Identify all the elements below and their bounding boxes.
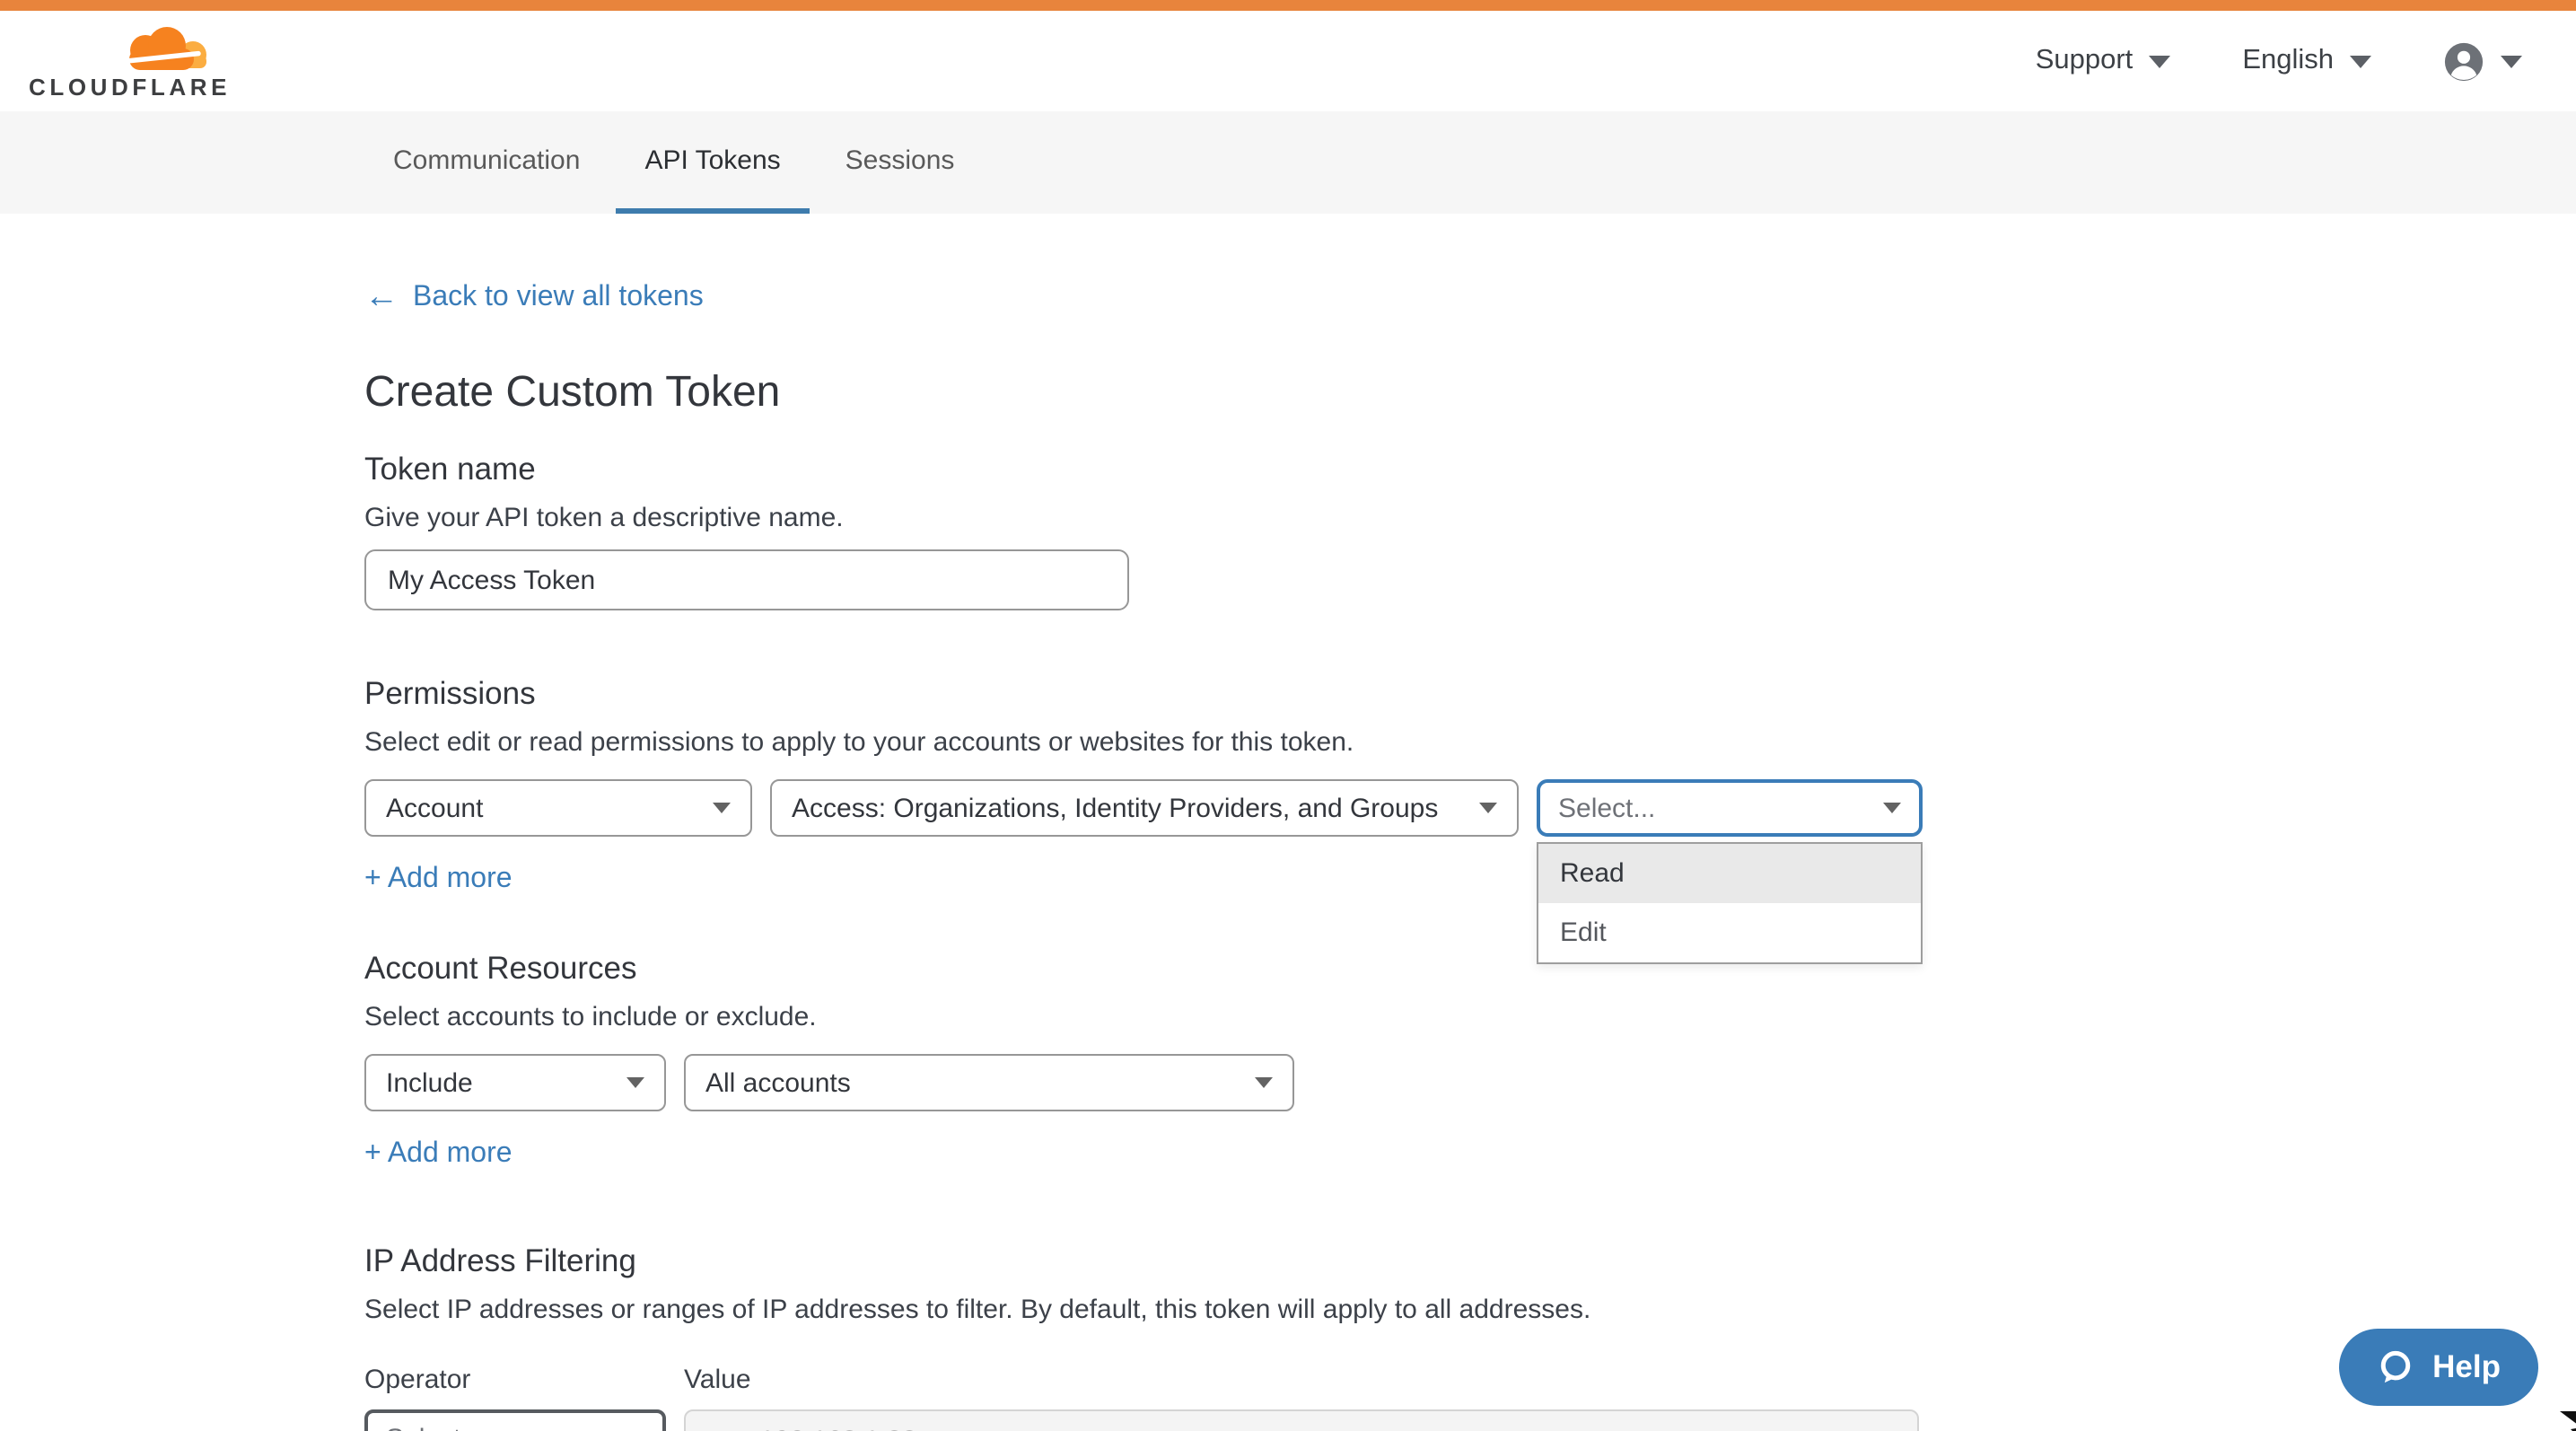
cloudflare-cloud-icon bbox=[111, 24, 212, 71]
token-name-input[interactable] bbox=[364, 549, 1129, 610]
permission-level-menu: Read Edit bbox=[1537, 842, 1923, 964]
ip-filtering-heading: IP Address Filtering bbox=[364, 1242, 2576, 1280]
tab-sessions[interactable]: Sessions bbox=[817, 111, 984, 214]
ip-filtering-row: Operator Select... Value bbox=[364, 1365, 2576, 1431]
help-button-label: Help bbox=[2432, 1348, 2501, 1386]
permission-scope-select[interactable]: Access: Organizations, Identity Provider… bbox=[770, 779, 1519, 837]
chat-bubble-icon bbox=[2377, 1348, 2414, 1386]
header-right: Support English bbox=[2036, 40, 2522, 82]
permission-scope-value: Access: Organizations, Identity Provider… bbox=[792, 793, 1438, 823]
main-content: ← Back to view all tokens Create Custom … bbox=[0, 214, 2576, 1431]
chevron-down-icon bbox=[626, 1077, 644, 1088]
account-include-select[interactable]: Include bbox=[364, 1054, 666, 1111]
value-field: Value bbox=[684, 1365, 1919, 1431]
account-scope-value: All accounts bbox=[705, 1067, 851, 1098]
cloudflare-logo: CLOUDFLARE bbox=[29, 24, 231, 98]
support-label: Support bbox=[2036, 45, 2134, 77]
ip-value-input bbox=[684, 1409, 1919, 1431]
mouse-cursor bbox=[2556, 1411, 2576, 1431]
account-resources-heading: Account Resources bbox=[364, 950, 2576, 988]
operator-field: Operator Select... bbox=[364, 1365, 666, 1431]
account-resources-row: Include All accounts bbox=[364, 1054, 2576, 1111]
chevron-down-icon bbox=[1255, 1077, 1273, 1088]
page: CLOUDFLARE Support English Communic bbox=[0, 0, 2576, 1431]
support-menu[interactable]: Support bbox=[2036, 45, 2171, 77]
token-name-description: Give your API token a descriptive name. bbox=[364, 503, 2576, 533]
chevron-down-icon bbox=[2149, 55, 2170, 67]
chevron-down-icon bbox=[713, 803, 731, 813]
menu-item-edit[interactable]: Edit bbox=[1538, 903, 1921, 962]
account-include-value: Include bbox=[386, 1067, 473, 1098]
left-arrow-icon: ← bbox=[364, 280, 399, 314]
account-resources-description: Select accounts to include or exclude. bbox=[364, 1002, 2576, 1032]
header: CLOUDFLARE Support English bbox=[0, 11, 2576, 111]
page-title: Create Custom Token bbox=[364, 368, 2576, 418]
account-scope-select[interactable]: All accounts bbox=[684, 1054, 1294, 1111]
operator-placeholder: Select... bbox=[386, 1423, 483, 1431]
top-accent-bar bbox=[0, 0, 2576, 11]
user-avatar-icon bbox=[2443, 40, 2484, 82]
language-menu[interactable]: English bbox=[2242, 45, 2371, 77]
permissions-description: Select edit or read permissions to apply… bbox=[364, 727, 2576, 758]
chevron-down-icon bbox=[1883, 803, 1901, 813]
permission-type-select[interactable]: Account bbox=[364, 779, 752, 837]
account-menu[interactable] bbox=[2443, 40, 2522, 82]
account-resources-add-more-link[interactable]: + Add more bbox=[364, 1138, 513, 1171]
operator-select[interactable]: Select... bbox=[364, 1409, 666, 1431]
value-label: Value bbox=[684, 1365, 1919, 1395]
tab-api-tokens[interactable]: API Tokens bbox=[616, 111, 809, 214]
token-name-heading: Token name bbox=[364, 451, 2576, 488]
tab-bar: Communication API Tokens Sessions bbox=[0, 111, 2576, 214]
permissions-row: Account Access: Organizations, Identity … bbox=[364, 779, 2576, 837]
permission-type-value: Account bbox=[386, 793, 483, 823]
menu-item-read[interactable]: Read bbox=[1538, 844, 1921, 903]
cloudflare-wordmark: CLOUDFLARE bbox=[29, 75, 231, 98]
permissions-heading: Permissions bbox=[364, 675, 2576, 713]
chevron-down-icon bbox=[2350, 55, 2371, 67]
chevron-down-icon bbox=[2501, 55, 2522, 67]
back-to-tokens-link[interactable]: ← Back to view all tokens bbox=[364, 280, 704, 314]
help-button[interactable]: Help bbox=[2339, 1329, 2538, 1406]
ip-filtering-description: Select IP addresses or ranges of IP addr… bbox=[364, 1295, 2576, 1325]
language-label: English bbox=[2242, 45, 2334, 77]
tab-communication[interactable]: Communication bbox=[364, 111, 609, 214]
chevron-down-icon bbox=[1479, 803, 1497, 813]
permissions-add-more-link[interactable]: + Add more bbox=[364, 864, 513, 896]
permission-level-placeholder: Select... bbox=[1558, 793, 1655, 823]
back-link-label: Back to view all tokens bbox=[413, 281, 704, 313]
permission-level-select[interactable]: Select... bbox=[1537, 779, 1923, 837]
permission-level-wrap: Select... Read Edit bbox=[1537, 779, 1923, 837]
operator-label: Operator bbox=[364, 1365, 666, 1395]
